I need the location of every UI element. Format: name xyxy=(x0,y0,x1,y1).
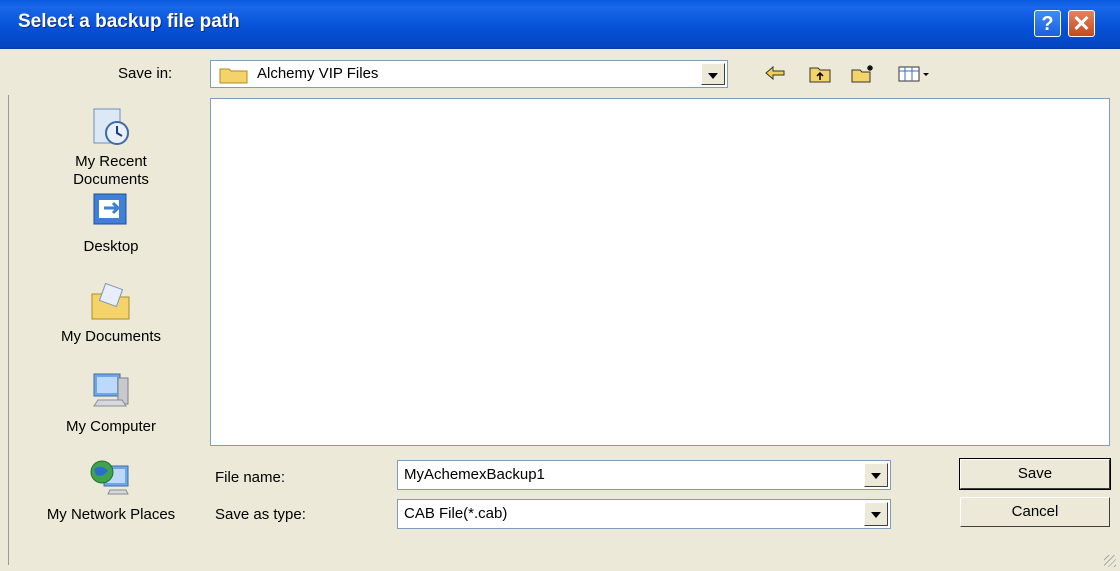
place-label: My Recent Documents xyxy=(73,153,149,188)
save-as-type-dropdown[interactable]: CAB File(*.cab) xyxy=(397,499,891,529)
recent-documents-icon xyxy=(93,108,129,145)
cancel-button[interactable]: Cancel xyxy=(960,497,1110,527)
new-folder-icon[interactable] xyxy=(850,64,876,84)
my-documents-icon xyxy=(91,282,130,320)
save-in-label: Save in: xyxy=(118,65,173,82)
save-as-type-label: Save as type: xyxy=(215,506,306,523)
file-name-label: File name: xyxy=(215,469,286,486)
views-menu-icon[interactable] xyxy=(897,64,931,84)
place-recent-documents[interactable]: My Recent Documents xyxy=(45,105,177,189)
help-button[interactable]: ? xyxy=(1034,10,1061,37)
place-my-computer[interactable]: My Computer xyxy=(45,370,177,436)
place-desktop[interactable]: Desktop xyxy=(45,190,177,256)
save-in-value: Alchemy VIP Files xyxy=(257,65,379,82)
my-computer-icon xyxy=(93,373,129,407)
folder-icon xyxy=(219,68,248,84)
place-label: Desktop xyxy=(83,238,139,255)
place-label: My Network Places xyxy=(46,506,176,523)
close-button[interactable]: ✕ xyxy=(1068,10,1095,37)
save-button[interactable]: Save xyxy=(959,458,1111,490)
place-label: My Documents xyxy=(60,328,162,345)
dialog-title: Select a backup file path xyxy=(18,11,240,32)
resize-grip-icon[interactable] xyxy=(1104,555,1116,567)
desktop-icon xyxy=(93,193,127,225)
title-bar: Select a backup file path ? ✕ xyxy=(0,0,1120,49)
place-my-network[interactable]: My Network Places xyxy=(45,458,177,524)
network-places-icon xyxy=(90,460,129,495)
save-as-type-value: CAB File(*.cab) xyxy=(404,505,508,522)
place-label: My Computer xyxy=(65,418,157,435)
chevron-down-icon[interactable] xyxy=(701,63,725,85)
file-list[interactable] xyxy=(210,98,1110,446)
back-icon[interactable] xyxy=(764,64,786,82)
up-folder-icon[interactable] xyxy=(808,64,832,84)
chevron-down-icon[interactable] xyxy=(864,502,888,526)
file-name-input[interactable]: MyAchemexBackup1 xyxy=(397,460,891,490)
chevron-down-icon[interactable] xyxy=(864,463,888,487)
save-in-dropdown[interactable]: Alchemy VIP Files xyxy=(210,60,728,88)
place-my-documents[interactable]: My Documents xyxy=(45,280,177,346)
file-name-value: MyAchemexBackup1 xyxy=(404,466,545,483)
places-bar-border xyxy=(8,95,9,565)
